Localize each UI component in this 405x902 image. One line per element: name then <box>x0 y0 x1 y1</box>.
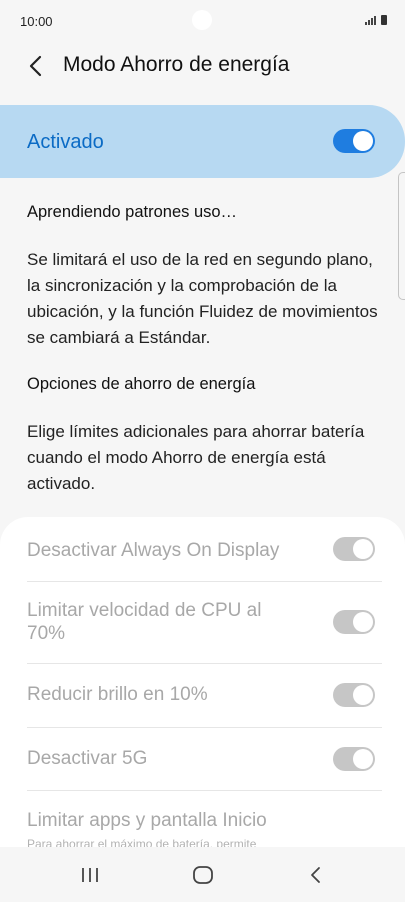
option-subtitle: Para ahorrar el máximo de batería, permi… <box>27 837 257 847</box>
option-toggle[interactable] <box>333 610 375 634</box>
recent-apps-icon <box>82 868 98 882</box>
app-header: Modo Ahorro de energía <box>0 44 405 90</box>
option-label: Desactivar 5G <box>27 748 148 769</box>
option-toggle[interactable] <box>333 683 375 707</box>
chevron-left-icon <box>29 55 42 77</box>
home-icon <box>193 866 213 884</box>
front-camera <box>192 10 212 30</box>
option-row-cpu-limit[interactable]: Limitar velocidad de CPU al 70% <box>0 581 405 663</box>
battery-icon <box>381 15 387 25</box>
option-row-disable-5g[interactable]: Desactivar 5G <box>0 727 405 790</box>
options-section-title: Opciones de ahorro de energía <box>27 375 256 393</box>
recent-apps-button[interactable] <box>70 859 110 891</box>
home-button[interactable] <box>183 859 223 891</box>
option-row-limit-apps[interactable]: Limitar apps y pantalla Inicio Para ahor… <box>0 790 405 847</box>
status-icons <box>365 15 387 25</box>
option-label: Reducir brillo en 10% <box>27 684 208 705</box>
learning-description: Se limitará el uso de la red en segundo … <box>27 250 378 347</box>
learning-title: Aprendiendo patrones uso… <box>27 203 238 221</box>
status-time: 10:00 <box>20 14 53 29</box>
option-label: Limitar apps y pantalla Inicio <box>27 810 267 831</box>
options-card: Desactivar Always On Display Limitar vel… <box>0 517 405 847</box>
options-section-description: Elige límites adicionales para ahorrar b… <box>27 422 365 493</box>
scroll-handle[interactable] <box>398 172 405 300</box>
option-row-reduce-brightness[interactable]: Reducir brillo en 10% <box>0 663 405 727</box>
master-switch-label: Activado <box>27 131 104 153</box>
status-bar: 10:00 <box>0 0 405 44</box>
option-row-always-on-display[interactable]: Desactivar Always On Display <box>0 517 405 581</box>
navigation-bar <box>0 847 405 902</box>
back-icon <box>311 867 320 883</box>
option-label: Limitar velocidad de CPU al 70% <box>27 600 262 644</box>
signal-icon <box>365 16 376 25</box>
nav-back-button[interactable] <box>296 859 336 891</box>
master-toggle[interactable] <box>333 129 375 153</box>
back-button[interactable] <box>22 52 50 80</box>
option-label: Desactivar Always On Display <box>27 540 280 561</box>
page-title: Modo Ahorro de energía <box>63 53 290 76</box>
option-toggle[interactable] <box>333 537 375 561</box>
option-toggle[interactable] <box>333 747 375 771</box>
